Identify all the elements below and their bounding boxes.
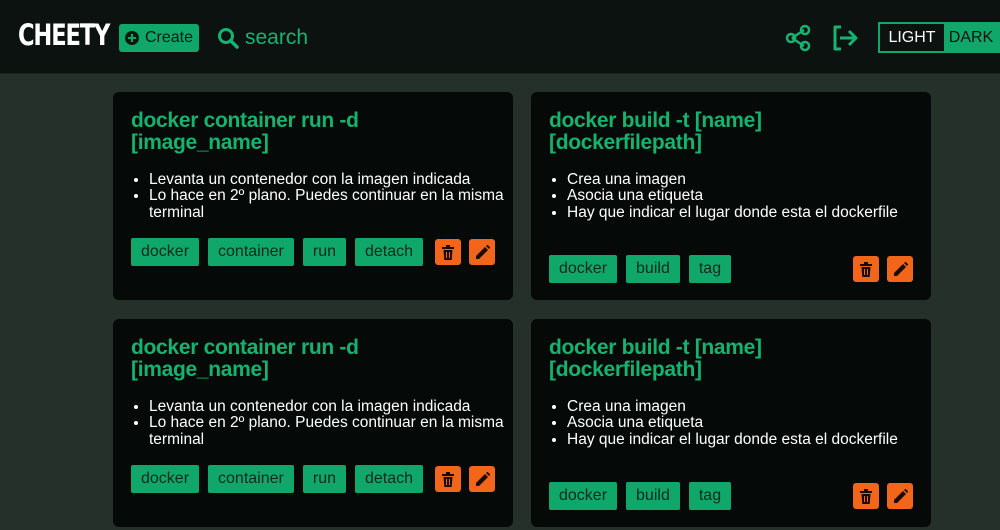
share-icon[interactable] [784,23,814,53]
card-title: docker build -t [name] [dockerfilepath] [549,109,762,154]
card-description-list: Crea una imagen Asocia una etiqueta Hay … [567,398,927,448]
search-input[interactable] [245,26,365,50]
pencil-icon [475,244,490,259]
tag-docker[interactable]: docker [549,255,618,283]
tag-container[interactable]: container [208,238,294,266]
trash-icon [442,244,454,260]
tag-tag[interactable]: tag [688,255,732,283]
tag-run[interactable]: run [302,238,346,266]
cheat-card: docker container run -d [image_name] Lev… [113,319,513,527]
edit-button[interactable] [469,239,495,265]
list-item: Asocia una etiqueta [567,414,927,431]
tag-docker[interactable]: docker [131,238,200,266]
theme-light-option[interactable]: LIGHT [880,24,944,51]
list-item: Crea una imagen [567,398,927,415]
trash-icon [860,488,872,504]
card-title: docker build -t [name] [dockerfilepath] [549,336,762,381]
edit-button[interactable] [887,483,913,509]
pencil-icon [893,261,908,276]
app-logo[interactable]: CHEETY [18,18,110,52]
card-title: docker container run -d [image_name] [131,109,359,154]
create-button[interactable]: Create [119,24,199,52]
card-description-list: Levanta un contenedor con la imagen indi… [149,398,509,448]
edit-button[interactable] [469,466,495,492]
plus-circle-icon [124,31,139,45]
delete-button[interactable] [853,256,879,282]
create-button-label: Create [144,29,194,46]
theme-dark-option[interactable]: DARK [944,24,998,51]
tag-detach[interactable]: detach [354,465,424,493]
trash-icon [860,261,872,277]
logout-icon[interactable] [830,23,860,53]
top-bar: CHEETY Create LIGHT DARK [0,0,1000,74]
tag-list: docker container run detach [131,238,424,266]
tag-list: docker build tag [549,482,732,510]
tag-docker[interactable]: docker [549,482,618,510]
tag-list: docker build tag [549,255,732,283]
search-box [217,24,365,52]
list-item: Lo hace en 2º plano. Puedes continuar en… [149,415,509,448]
tag-build[interactable]: build [626,255,680,283]
edit-button[interactable] [887,256,913,282]
list-item: Levanta un contenedor con la imagen indi… [149,398,509,415]
search-icon[interactable] [217,27,239,49]
tag-docker[interactable]: docker [131,465,200,493]
tag-tag[interactable]: tag [688,482,732,510]
list-item: Lo hace en 2º plano. Puedes continuar en… [149,188,509,221]
delete-button[interactable] [853,483,879,509]
list-item: Hay que indicar el lugar donde esta el d… [567,204,927,221]
delete-button[interactable] [435,239,461,265]
cheat-card: docker build -t [name] [dockerfilepath] … [531,92,931,300]
list-item: Levanta un contenedor con la imagen indi… [149,171,509,188]
tag-build[interactable]: build [626,482,680,510]
tag-list: docker container run detach [131,465,424,493]
list-item: Crea una imagen [567,171,927,188]
delete-button[interactable] [435,466,461,492]
pencil-icon [475,471,490,486]
cheat-card: docker build -t [name] [dockerfilepath] … [531,319,931,527]
tag-run[interactable]: run [302,465,346,493]
list-item: Hay que indicar el lugar donde esta el d… [567,431,927,448]
pencil-icon [893,488,908,503]
card-description-list: Levanta un contenedor con la imagen indi… [149,171,509,221]
tag-detach[interactable]: detach [354,238,424,266]
tag-container[interactable]: container [208,465,294,493]
theme-toggle: LIGHT DARK [878,22,1000,53]
cheat-card: docker container run -d [image_name] Lev… [113,92,513,300]
trash-icon [442,471,454,487]
list-item: Asocia una etiqueta [567,187,927,204]
card-title: docker container run -d [image_name] [131,336,359,381]
card-description-list: Crea una imagen Asocia una etiqueta Hay … [567,171,927,221]
